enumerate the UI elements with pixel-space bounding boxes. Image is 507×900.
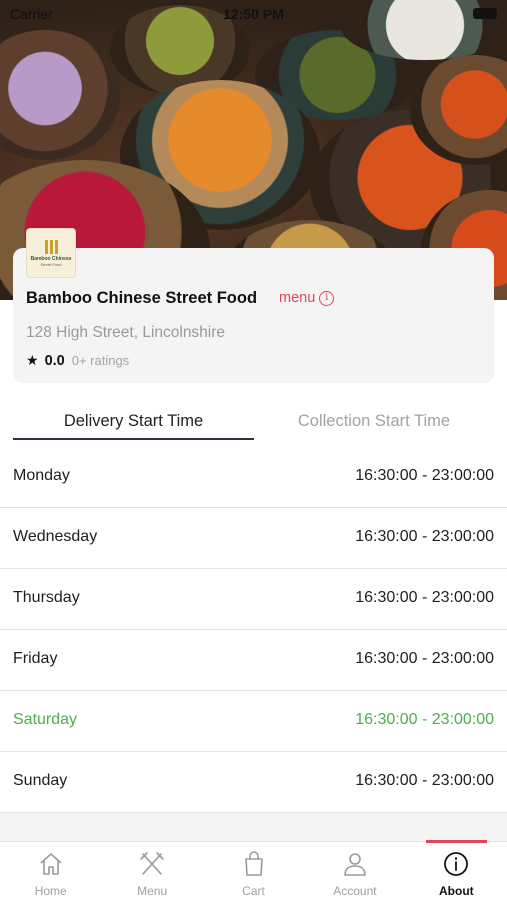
day-label: Saturday [13,711,78,728]
hours-value: 16:30:00 - 23:00:00 [355,711,494,728]
tab-collection-start-time[interactable]: Collection Start Time [254,412,494,440]
list-item-today: Saturday 16:30:00 - 23:00:00 [0,691,507,752]
home-icon [40,853,62,875]
battery-icon [473,8,497,19]
person-icon [344,853,366,876]
day-label: Wednesday [13,528,98,545]
hours-value: 16:30:00 - 23:00:00 [355,650,494,667]
shopping-bag-icon [244,851,263,876]
rating-score: 0.0 [44,352,65,369]
restaurant-address: 128 High Street, Lincolnshire [26,324,226,341]
menu-link[interactable]: menu i [279,290,335,306]
rating-row: ★ 0.0 0+ ratings [26,352,129,369]
hours-value: 16:30:00 - 23:00:00 [355,772,494,789]
nav-menu-label: Menu [137,884,168,898]
info-icon: i [319,290,335,306]
restaurant-logo: Bamboo Chinese Street Food [26,228,76,278]
day-label: Sunday [13,772,68,789]
nav-account[interactable]: Account [304,842,405,900]
bamboo-logo-icon [44,239,58,254]
info-icon [444,852,469,876]
star-icon: ★ [26,352,39,368]
nav-cart[interactable]: Cart [203,842,304,900]
list-item: Sunday 16:30:00 - 23:00:00 [0,752,507,813]
status-bar: Carrier 12:50 PM [0,0,507,26]
list-item: Wednesday 16:30:00 - 23:00:00 [0,508,507,569]
rating-count: 0+ ratings [71,353,130,368]
nav-about-label: About [439,884,474,898]
fork-knife-icon [140,852,164,875]
bottom-nav: Home Menu Cart Account About [0,840,507,900]
list-item: Thursday 16:30:00 - 23:00:00 [0,569,507,630]
day-label: Thursday [13,589,80,606]
day-label: Friday [13,650,58,667]
tab-delivery-start-time[interactable]: Delivery Start Time [13,412,254,440]
nav-home[interactable]: Home [0,842,101,900]
list-item: Friday 16:30:00 - 23:00:00 [0,630,507,691]
opening-hours-list: Monday 16:30:00 - 23:00:00 Wednesday 16:… [0,447,507,813]
hours-value: 16:30:00 - 23:00:00 [355,467,494,484]
nav-cart-label: Cart [242,884,265,898]
nav-about[interactable]: About [406,840,507,900]
logo-text-secondary: Street Food [40,261,62,267]
restaurant-name: Bamboo Chinese Street Food [26,289,258,307]
nav-home-label: Home [34,884,67,898]
menu-link-label: menu [279,290,316,306]
day-label: Monday [13,467,70,484]
status-time: 12:50 PM [223,6,284,22]
list-item: Monday 16:30:00 - 23:00:00 [0,447,507,508]
hours-value: 16:30:00 - 23:00:00 [355,589,494,606]
nav-menu[interactable]: Menu [101,842,202,900]
nav-account-label: Account [333,884,377,898]
hours-value: 16:30:00 - 23:00:00 [355,528,494,545]
footer-spacer [0,813,507,841]
